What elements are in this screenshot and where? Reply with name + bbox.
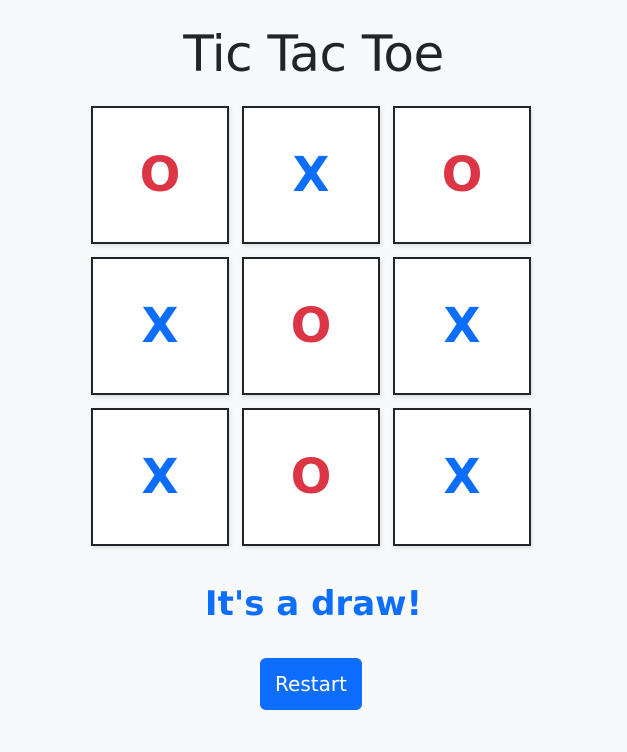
board-cell[interactable]: X	[393, 408, 531, 546]
board-cell[interactable]: O	[91, 106, 229, 244]
board-cell[interactable]: O	[242, 257, 380, 395]
game-status: It's a draw!	[204, 584, 423, 624]
board-cell[interactable]: X	[393, 257, 531, 395]
board-cell[interactable]: O	[393, 106, 531, 244]
restart-button[interactable]: Restart	[260, 658, 362, 710]
board-cell[interactable]: X	[91, 257, 229, 395]
page-title: Tic Tac Toe	[183, 25, 444, 83]
board-cell[interactable]: O	[242, 408, 380, 546]
board-cell[interactable]: X	[91, 408, 229, 546]
game-board: O X O X O X X O X	[91, 106, 532, 547]
board-cell[interactable]: X	[242, 106, 380, 244]
